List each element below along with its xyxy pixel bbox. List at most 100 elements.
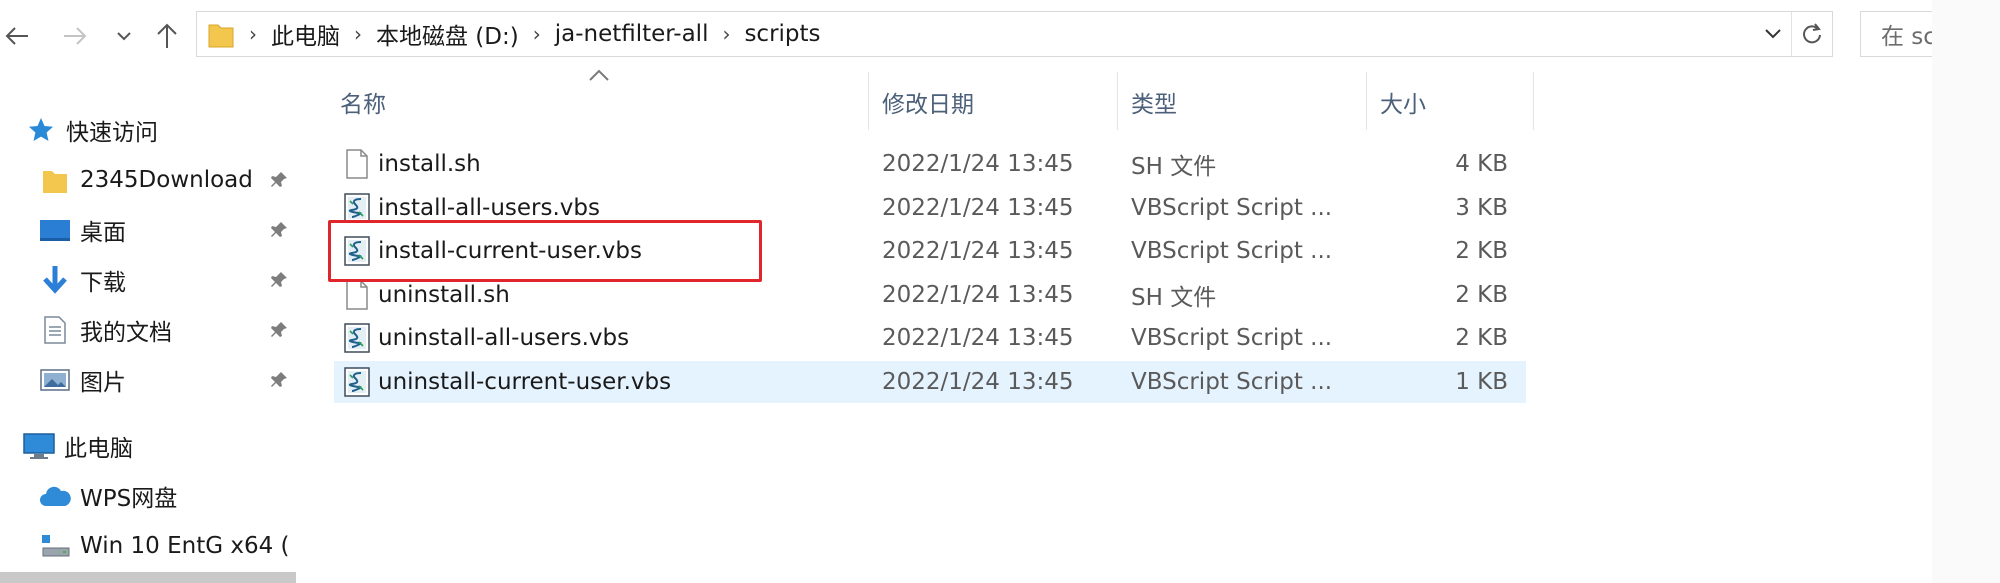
window-edge [1932, 0, 2000, 583]
file-row[interactable]: uninstall-all-users.vbs 2022/1/24 13:45 VB… [334, 317, 1526, 359]
breadcrumb-separator: › [249, 22, 257, 46]
column-label: 类型 [1131, 92, 1177, 118]
file-type: SH 文件 [1131, 284, 1217, 311]
file-name: install-all-users.vbs [378, 194, 600, 221]
column-label: 修改日期 [882, 92, 974, 118]
star-icon [24, 113, 58, 147]
back-arrow-icon [5, 27, 28, 45]
vbs-file-icon [342, 366, 372, 398]
file-date: 2022/1/24 13:45 [882, 325, 1074, 352]
folder-icon [38, 163, 72, 197]
file-size: 2 KB [1455, 281, 1508, 308]
file-size: 2 KB [1455, 325, 1508, 352]
column-divider[interactable] [1366, 72, 1367, 130]
annotation-highlight-box [328, 220, 762, 283]
file-name: uninstall-current-user.vbs [378, 369, 672, 395]
file-row[interactable]: install.sh 2022/1/24 13:45 SH 文件 4 KB [334, 143, 1526, 185]
forward-arrow-icon [64, 27, 87, 45]
download-icon [38, 263, 72, 297]
vbs-file-icon [342, 322, 372, 354]
file-name: uninstall.sh [378, 281, 510, 308]
vbs-file-icon [342, 192, 372, 224]
chevron-down-icon [1765, 29, 1781, 39]
file-size: 3 KB [1455, 194, 1508, 221]
file-name-cell[interactable]: uninstall-current-user.vbs [334, 361, 671, 403]
file-type: SH 文件 [1131, 154, 1217, 180]
nav-item-desktop[interactable]: 桌面 [38, 210, 126, 250]
up-button[interactable] [150, 12, 184, 60]
computer-icon [22, 429, 56, 463]
pin-icon [266, 267, 292, 293]
pictures-icon [38, 363, 72, 397]
nav-item-downloads[interactable]: 下载 [38, 260, 126, 300]
file-type: VBScript Script ... [1131, 325, 1333, 352]
refresh-button[interactable] [1791, 12, 1832, 56]
column-divider[interactable] [1117, 72, 1118, 130]
column-header-date[interactable]: 修改日期 [882, 74, 1112, 130]
nav-item-pictures[interactable]: 图片 [38, 360, 126, 400]
breadcrumb-this-pc[interactable]: 此电脑 [271, 17, 340, 51]
file-type: VBScript Script ... [1131, 238, 1333, 265]
file-type: VBScript Script ... [1131, 369, 1333, 395]
nav-label: 我的文档 [80, 320, 172, 346]
refresh-icon [1803, 23, 1821, 44]
column-header-name[interactable]: 名称 [340, 74, 860, 130]
cloud-icon [38, 479, 72, 513]
breadcrumb-scripts[interactable]: scripts [744, 21, 820, 47]
sh-file-icon [342, 279, 372, 311]
column-label: 大小 [1380, 92, 1426, 118]
column-divider[interactable] [868, 72, 869, 130]
file-name: uninstall-all-users.vbs [378, 325, 630, 352]
breadcrumb-drive[interactable]: 本地磁盘 (D:) [376, 17, 519, 51]
nav-label: Win 10 EntG x64 ( [80, 533, 290, 559]
file-name: install.sh [378, 151, 481, 177]
back-button[interactable] [0, 12, 34, 60]
file-name-cell[interactable]: uninstall-all-users.vbs [334, 317, 629, 359]
address-dropdown-button[interactable] [1758, 12, 1788, 56]
desktop-icon [38, 213, 72, 247]
file-date: 2022/1/24 13:45 [882, 369, 1074, 395]
nav-label: 2345Download [80, 167, 253, 193]
breadcrumb-separator: › [354, 22, 362, 46]
file-type: VBScript Script ... [1131, 194, 1333, 221]
nav-label: 下载 [80, 270, 126, 296]
breadcrumb-separator: › [722, 22, 731, 46]
column-divider[interactable] [1533, 72, 1534, 130]
sh-file-icon [342, 148, 372, 180]
file-size: 4 KB [1455, 151, 1508, 177]
column-label: 名称 [340, 92, 386, 118]
file-date: 2022/1/24 13:45 [882, 281, 1074, 308]
breadcrumb-separator: › [532, 22, 541, 46]
file-row[interactable]: uninstall-current-user.vbs 2022/1/24 13:4… [334, 361, 1526, 403]
breadcrumb-ja-netfilter[interactable]: ja-netfilter-all [555, 21, 709, 47]
chevron-down-icon [117, 32, 131, 41]
search-input[interactable]: 在 sc [1860, 11, 1932, 57]
nav-label: 此电脑 [64, 436, 133, 462]
file-size: 1 KB [1455, 369, 1508, 395]
nav-item-2345download[interactable]: 2345Download [38, 160, 253, 200]
nav-this-pc[interactable]: 此电脑 [22, 426, 133, 466]
file-size: 2 KB [1455, 238, 1508, 265]
nav-wps-drive[interactable]: WPS网盘 [38, 476, 177, 516]
file-date: 2022/1/24 13:45 [882, 194, 1074, 221]
address-bar[interactable]: › 此电脑 › 本地磁盘 (D:) › ja-netfilter-all › s… [196, 11, 1833, 57]
file-name-cell[interactable]: install.sh [334, 143, 481, 185]
nav-pane-scrollbar[interactable] [0, 572, 296, 583]
documents-icon [38, 313, 72, 347]
nav-label: 图片 [80, 370, 126, 396]
nav-label: 快速访问 [66, 120, 158, 146]
up-arrow-icon [157, 23, 177, 48]
folder-icon [207, 19, 235, 49]
nav-label: WPS网盘 [80, 486, 178, 512]
file-date: 2022/1/24 13:45 [882, 151, 1074, 177]
nav-drive-c[interactable]: Win 10 EntG x64 ( [38, 526, 290, 566]
pin-icon [266, 317, 292, 343]
file-date: 2022/1/24 13:45 [882, 238, 1074, 265]
nav-item-documents[interactable]: 我的文档 [38, 310, 172, 350]
nav-quick-access[interactable]: 快速访问 [24, 110, 158, 150]
column-header-size[interactable]: 大小 [1380, 74, 1530, 130]
pin-icon [266, 217, 292, 243]
column-header-type[interactable]: 类型 [1131, 74, 1361, 130]
forward-button[interactable] [58, 12, 92, 60]
recent-locations-button[interactable] [112, 12, 136, 60]
